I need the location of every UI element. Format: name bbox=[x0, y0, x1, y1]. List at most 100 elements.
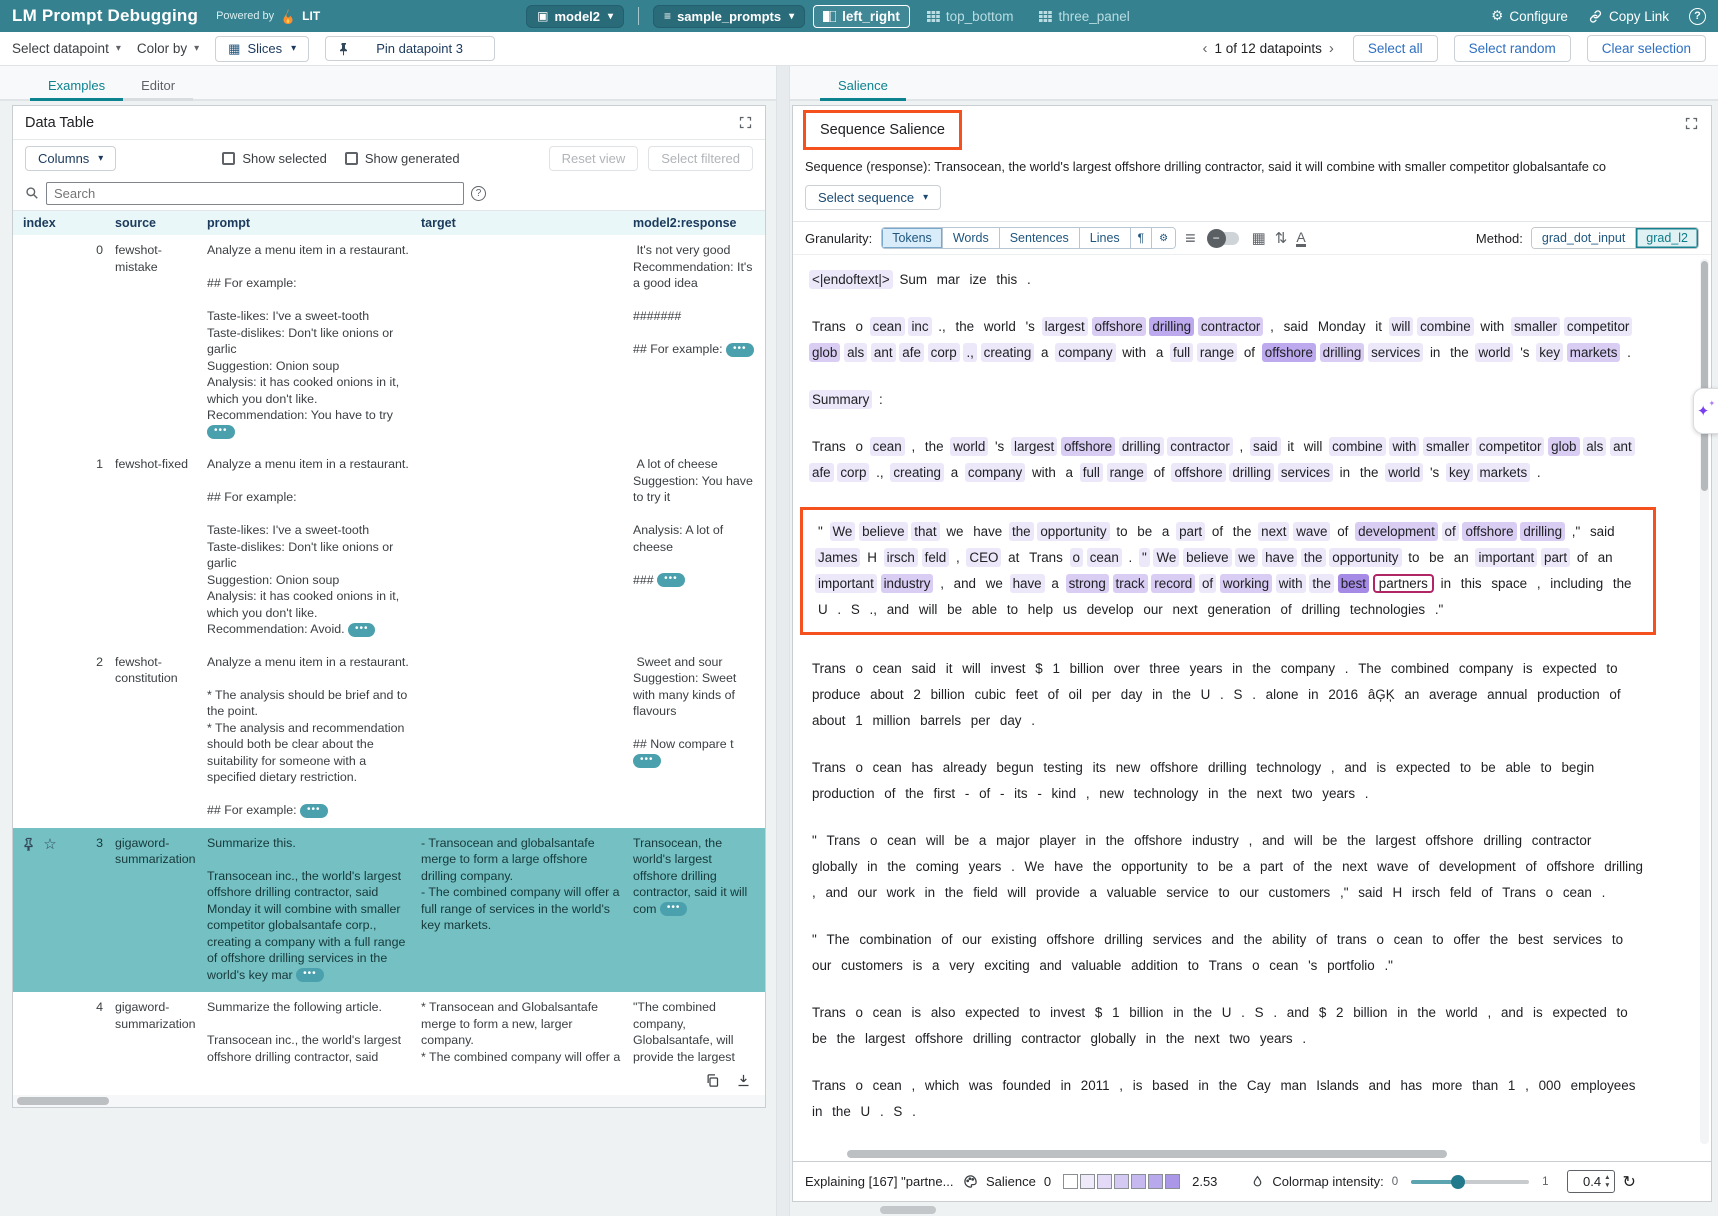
salience-token[interactable]: in bbox=[1438, 574, 1454, 593]
salience-token[interactable]: : bbox=[876, 390, 886, 409]
salience-token[interactable]: cean bbox=[870, 1003, 905, 1022]
salience-token[interactable]: cean bbox=[870, 317, 905, 336]
salience-token[interactable]: coming bbox=[913, 857, 962, 876]
salience-token[interactable]: o bbox=[1373, 930, 1386, 949]
salience-token[interactable]: to bbox=[1113, 522, 1130, 541]
salience-token[interactable]: cean bbox=[1391, 930, 1426, 949]
salience-token[interactable]: very bbox=[946, 956, 977, 975]
salience-token[interactable]: in bbox=[1170, 1003, 1186, 1022]
chevron-left-icon[interactable]: ‹ bbox=[1200, 40, 1211, 57]
salience-token[interactable]: world bbox=[1475, 343, 1513, 362]
salience-token[interactable]: next bbox=[1254, 784, 1285, 803]
panel-splitter[interactable] bbox=[776, 66, 790, 1216]
salience-token[interactable]: offshore bbox=[1171, 463, 1225, 482]
ai-sparkle-button[interactable]: ✦✦ bbox=[1693, 388, 1718, 434]
salience-token[interactable]: offshore bbox=[1061, 437, 1115, 456]
token-settings-icon[interactable]: ⚙ bbox=[1152, 228, 1175, 248]
salience-token[interactable]: ability bbox=[1269, 930, 1309, 949]
salience-token[interactable]: have bbox=[1051, 857, 1086, 876]
salience-token[interactable]: , bbox=[937, 574, 947, 593]
salience-token[interactable]: world bbox=[950, 437, 988, 456]
show-generated-checkbox[interactable]: Show generated bbox=[345, 151, 460, 166]
salience-token[interactable]: a bbox=[976, 831, 989, 850]
show-more-icon[interactable]: ••• bbox=[300, 804, 328, 818]
method-grad-l2[interactable]: grad_l2 bbox=[1636, 228, 1698, 248]
salience-token[interactable]: Trans bbox=[809, 1003, 849, 1022]
salience-token[interactable]: $ bbox=[1092, 1003, 1105, 1022]
salience-token[interactable]: o bbox=[1249, 956, 1262, 975]
salience-token[interactable]: . bbox=[1599, 883, 1609, 902]
salience-token[interactable]: " bbox=[809, 831, 820, 850]
salience-token[interactable]: creating bbox=[981, 343, 1035, 362]
salience-token[interactable]: competitor bbox=[1564, 317, 1633, 336]
salience-token[interactable]: services bbox=[1150, 930, 1205, 949]
salience-token[interactable]: technology bbox=[1253, 758, 1324, 777]
salience-token[interactable]: about bbox=[867, 685, 907, 704]
salience-token[interactable]: employees bbox=[1568, 1076, 1639, 1095]
salience-token[interactable]: Trans bbox=[809, 317, 849, 336]
select-filtered-button[interactable]: Select filtered bbox=[648, 146, 753, 171]
salience-token[interactable]: of bbox=[1151, 463, 1168, 482]
salience-token[interactable]: offshore bbox=[1422, 831, 1476, 850]
salience-token[interactable]: it bbox=[1372, 317, 1385, 336]
salience-token[interactable]: an bbox=[1401, 685, 1422, 704]
salience-token[interactable]: per bbox=[1089, 685, 1114, 704]
salience-token[interactable]: our bbox=[1236, 883, 1261, 902]
salience-token[interactable]: and bbox=[1259, 831, 1287, 850]
salience-token[interactable]: o bbox=[852, 1076, 865, 1095]
salience-token[interactable]: in bbox=[1394, 1003, 1410, 1022]
salience-token[interactable]: of bbox=[1334, 522, 1351, 541]
salience-token[interactable]: will bbox=[959, 659, 984, 678]
salience-token[interactable]: o bbox=[867, 831, 880, 850]
salience-token[interactable]: day bbox=[997, 711, 1025, 730]
salience-token[interactable]: drilling bbox=[1101, 930, 1146, 949]
salience-token[interactable]: billion bbox=[928, 685, 968, 704]
salience-token[interactable]: o bbox=[852, 437, 865, 456]
salience-token[interactable]: be bbox=[1478, 758, 1499, 777]
salience-token[interactable]: in bbox=[864, 857, 880, 876]
salience-token[interactable]: ," bbox=[1337, 883, 1351, 902]
salience-token[interactable]: âĢĶ bbox=[1365, 685, 1398, 704]
col-header-response[interactable]: model2:response bbox=[625, 216, 765, 230]
salience-token[interactable]: contractor bbox=[1018, 1029, 1084, 1048]
salience-token[interactable]: irsch bbox=[884, 548, 918, 567]
salience-token[interactable]: full bbox=[1170, 343, 1193, 362]
salience-token[interactable]: invest bbox=[988, 659, 1029, 678]
salience-token[interactable]: 's bbox=[1517, 343, 1532, 362]
panel-hscrollbar[interactable] bbox=[792, 1204, 1712, 1216]
salience-token[interactable]: said bbox=[1355, 883, 1386, 902]
salience-token[interactable]: customers bbox=[838, 956, 906, 975]
salience-token[interactable]: player bbox=[1036, 831, 1078, 850]
salience-token[interactable]: company bbox=[965, 463, 1025, 482]
salience-token[interactable]: offshore bbox=[1043, 930, 1097, 949]
salience-token[interactable]: company bbox=[1278, 659, 1338, 678]
salience-token[interactable]: said bbox=[1587, 522, 1618, 541]
salience-token[interactable]: work bbox=[884, 883, 918, 902]
salience-token[interactable]: cean bbox=[884, 831, 919, 850]
salience-token[interactable]: is bbox=[1130, 1076, 1146, 1095]
salience-token[interactable]: to bbox=[1004, 600, 1021, 619]
expand-icon[interactable] bbox=[1684, 116, 1699, 131]
salience-token[interactable]: of bbox=[1313, 930, 1330, 949]
salience-token[interactable]: drilling bbox=[1149, 317, 1194, 336]
salience-token[interactable]: our bbox=[809, 956, 834, 975]
salience-token[interactable]: The bbox=[824, 930, 853, 949]
salience-token[interactable]: already bbox=[940, 758, 990, 777]
salience-token[interactable]: new bbox=[1113, 758, 1144, 777]
salience-token[interactable]: will bbox=[923, 831, 948, 850]
granularity-tokens[interactable]: Tokens bbox=[882, 228, 943, 248]
salience-token[interactable]: of bbox=[1209, 522, 1226, 541]
salience-token[interactable]: . bbox=[1217, 685, 1227, 704]
salience-token[interactable]: technologies bbox=[1347, 600, 1428, 619]
salience-token[interactable]: produce bbox=[809, 685, 863, 704]
salience-token[interactable]: a bbox=[1038, 343, 1051, 362]
salience-token[interactable]: believe bbox=[1183, 548, 1231, 567]
reset-view-button[interactable]: Reset view bbox=[549, 146, 639, 171]
stepper-icons[interactable]: ▲▼ bbox=[1604, 1174, 1610, 1188]
table-row[interactable]: 2fewshot-constitutionAnalyze a menu item… bbox=[13, 647, 765, 828]
table-row[interactable]: 4gigaword-summarizationSummarize the fol… bbox=[13, 992, 765, 1065]
salience-token[interactable]: and bbox=[884, 600, 912, 619]
salience-token[interactable]: be bbox=[1426, 548, 1447, 567]
salience-token[interactable]: Trans bbox=[809, 1076, 849, 1095]
slices-button[interactable]: ▦ Slices ▾ bbox=[215, 36, 309, 62]
